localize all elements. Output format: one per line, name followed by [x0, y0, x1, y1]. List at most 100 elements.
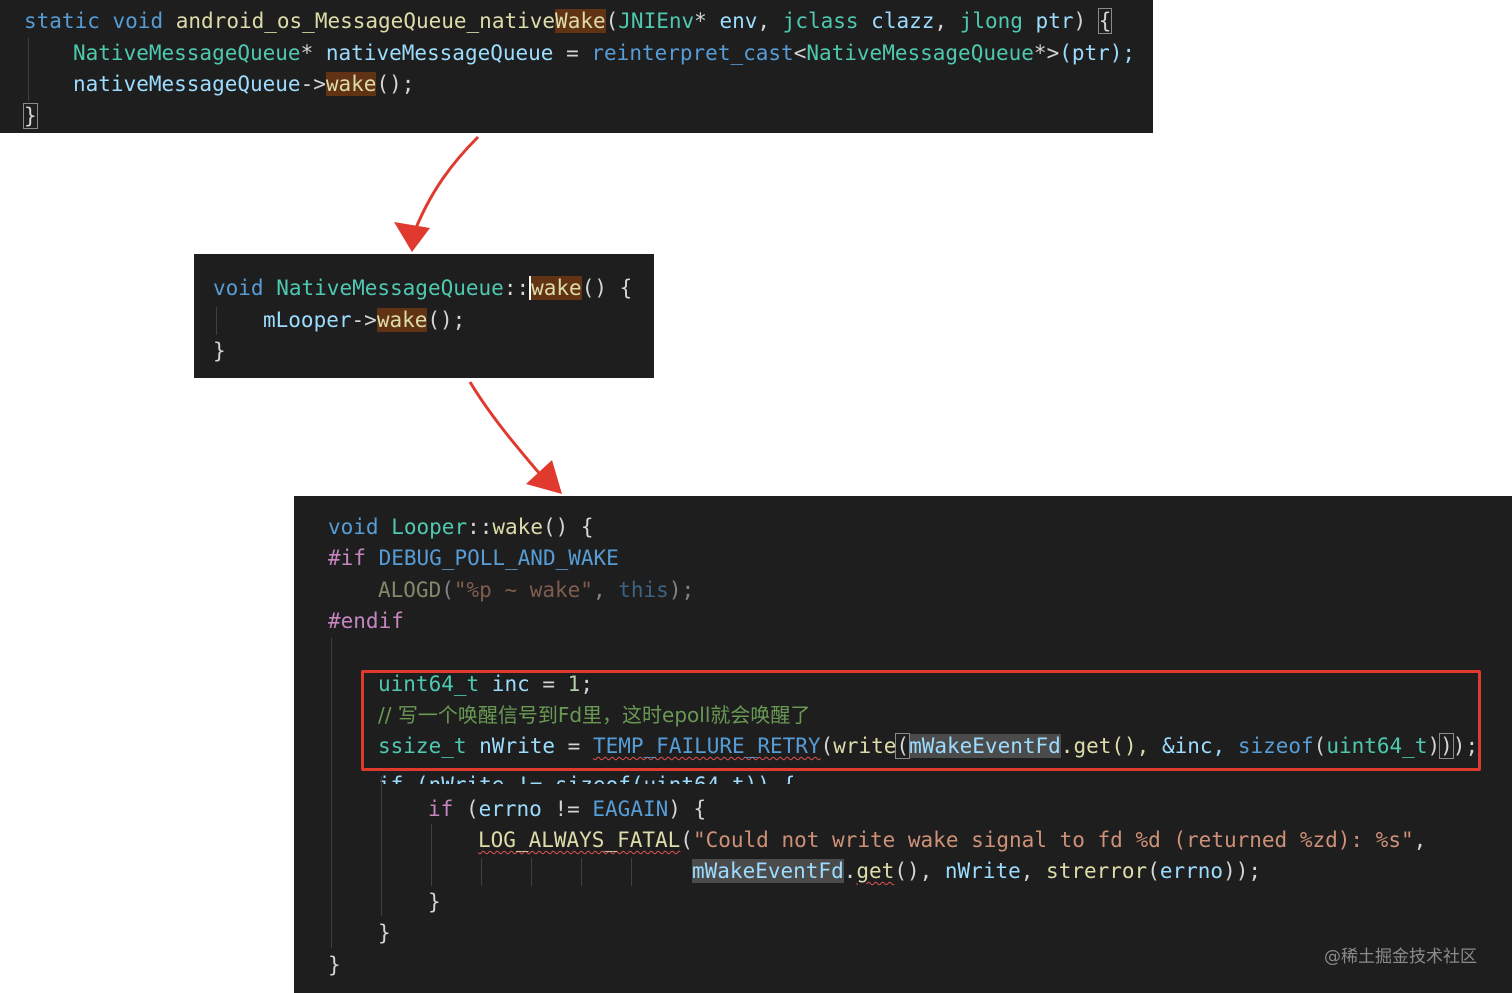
function-name: strerror: [1046, 859, 1148, 883]
code-line: }: [213, 336, 226, 367]
class-name: NativeMessageQueue: [276, 276, 504, 300]
macro-name: DEBUG_POLL_AND_WAKE: [378, 546, 619, 570]
param-name: clazz: [858, 9, 935, 33]
punct: ->: [300, 72, 326, 96]
punct: (),: [894, 859, 945, 883]
watermark: @稀土掘金技术社区: [1324, 947, 1477, 967]
brace: }: [378, 921, 391, 945]
punct: (: [441, 578, 454, 602]
type-name: JNIEnv: [618, 9, 695, 33]
variable-name: errno: [1159, 859, 1224, 883]
code-line: mWakeEventFd.get(), nWrite, strerror(err…: [692, 856, 1261, 887]
arrow-2-line: [468, 381, 547, 481]
punct: *: [300, 41, 326, 65]
code-line-inactive: ALOGD("%p ~ wake", this);: [378, 575, 694, 606]
code-line: }: [328, 950, 341, 981]
punct: *: [694, 9, 707, 33]
punct: );: [668, 578, 695, 602]
variable-name: errno: [478, 797, 542, 821]
punct: ,: [934, 9, 960, 33]
type-name: jclass: [782, 9, 859, 33]
variable-name: nWrite: [944, 859, 1021, 883]
preprocessor-directive: #if: [328, 546, 366, 570]
keyword: void: [112, 9, 164, 33]
param-name: ptr: [1022, 9, 1074, 33]
punct: ): [1073, 9, 1099, 33]
code-line: mLooper->wake();: [263, 305, 465, 336]
brace: }: [328, 953, 341, 977]
punct: ,: [592, 578, 619, 602]
punct: ,: [757, 9, 783, 33]
punct: ->: [351, 308, 377, 332]
function-name-highlight: Wake: [555, 9, 606, 33]
preprocessor-directive: #endif: [328, 609, 404, 633]
punct: ) {: [668, 797, 707, 821]
method-call: get: [856, 859, 895, 883]
string-literal: "%p ~ wake": [453, 578, 593, 602]
brace: }: [428, 890, 441, 914]
type-name: NativeMessageQueue: [806, 41, 1034, 65]
indent-guide: [531, 858, 532, 886]
variable-name: nativeMessageQueue: [73, 72, 301, 96]
indent-guide: [381, 776, 382, 916]
punct: ,: [1020, 859, 1047, 883]
keyword: if: [428, 797, 454, 821]
method-name-highlight: wake: [529, 276, 582, 300]
indent-guide: [431, 824, 432, 886]
method-name-highlight: wake: [325, 72, 377, 96]
code-line: NativeMessageQueue* nativeMessageQueue =…: [73, 38, 1135, 69]
method-name: wake: [492, 515, 543, 539]
string-literal: "Could not write wake signal to fd %d (r…: [692, 828, 1414, 852]
method-name-highlight: wake: [376, 308, 428, 332]
variable-name: nativeMessageQueue: [325, 41, 554, 65]
indent-guide: [331, 638, 332, 948]
args: (ptr);: [1059, 41, 1136, 65]
indent-guide: [581, 858, 582, 886]
punct: (: [453, 797, 479, 821]
punct: () {: [542, 515, 594, 539]
punct: ::: [467, 515, 493, 539]
indent-guide: [216, 307, 217, 335]
keyword: void: [213, 276, 264, 300]
type-name: NativeMessageQueue: [73, 41, 301, 65]
punct: ::: [503, 276, 530, 300]
keyword: void: [328, 515, 379, 539]
type-name: jlong: [959, 9, 1023, 33]
punct: =: [553, 41, 592, 65]
punct: ,: [1413, 828, 1427, 852]
punct: (: [605, 9, 619, 33]
code-line: LOG_ALWAYS_FATAL("Could not write wake s…: [478, 825, 1426, 856]
code-line: void Looper::wake() {: [328, 512, 594, 543]
punct: ();: [427, 308, 466, 332]
code-panel-jni: static void android_os_MessageQueue_nati…: [0, 0, 1153, 133]
code-line: #endif: [328, 606, 404, 637]
keyword: reinterpret_cast: [591, 41, 794, 65]
punct: !=: [541, 797, 593, 821]
highlight-box: [361, 670, 1481, 771]
class-name: Looper: [391, 515, 468, 539]
punct: ();: [376, 72, 415, 96]
indent-guide: [631, 858, 632, 886]
code-panel-native-message-queue: void NativeMessageQueue::wake() { mLoope…: [194, 254, 654, 378]
code-line: void NativeMessageQueue::wake() {: [213, 273, 632, 304]
code-line: }: [23, 101, 38, 132]
code-line: if (errno != EAGAIN) {: [428, 794, 706, 825]
code-line: static void android_os_MessageQueue_nati…: [24, 6, 1113, 37]
arrow-1-head: [394, 222, 430, 252]
macro-name: EAGAIN: [592, 797, 669, 821]
function-name: ALOGD: [378, 578, 442, 602]
brace: }: [213, 339, 226, 363]
variable-name: mLooper: [263, 308, 352, 332]
function-name: LOG_ALWAYS_FATAL: [478, 828, 681, 852]
param-name: env: [706, 9, 758, 33]
brace: {: [1097, 8, 1113, 34]
arrow-1-line: [410, 135, 480, 239]
variable-name-highlight: mWakeEventFd: [692, 859, 844, 883]
arrow-2-head: [526, 460, 562, 494]
punct: *>: [1033, 41, 1060, 65]
punct: (: [1147, 859, 1160, 883]
keyword: this: [618, 578, 669, 602]
code-line: }: [378, 918, 391, 949]
brace: }: [23, 103, 38, 129]
code-line: #if DEBUG_POLL_AND_WAKE: [328, 543, 619, 574]
